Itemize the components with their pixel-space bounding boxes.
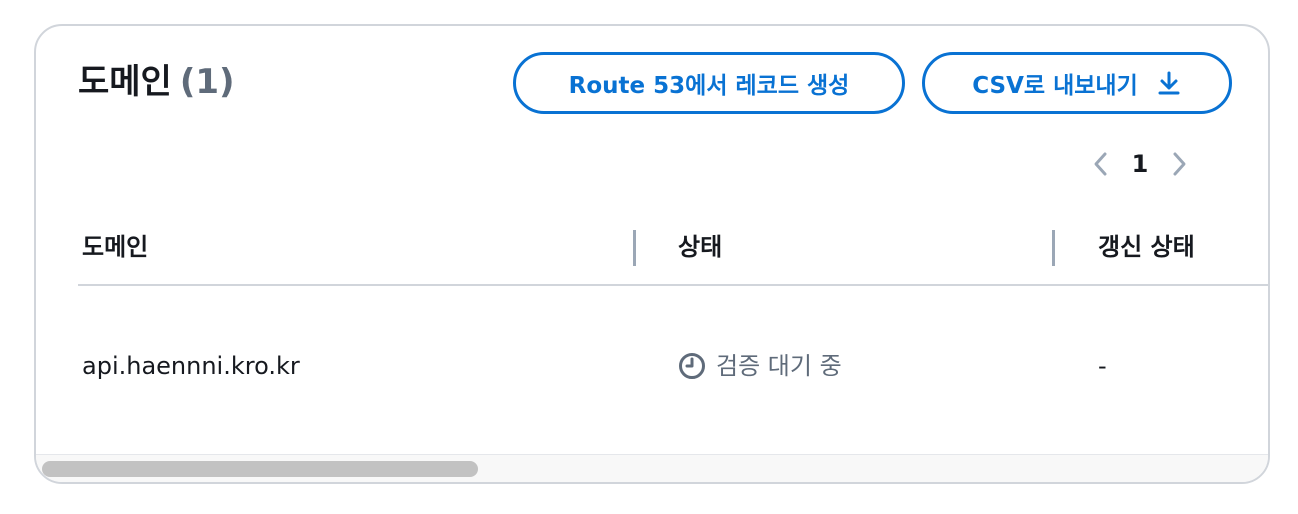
panel-title: 도메인 (1) (78, 60, 235, 104)
column-resize-handle[interactable] (1052, 230, 1055, 266)
chevron-right-icon[interactable] (1162, 144, 1198, 184)
cell-status: 검증 대기 중 (678, 344, 842, 388)
pagination: 1 (1082, 144, 1198, 184)
panel-title-count: (1) (179, 62, 235, 102)
column-header-renewal-status[interactable]: 갱신 상태 (1098, 222, 1195, 272)
page-number-current[interactable]: 1 (1120, 150, 1160, 178)
export-csv-label: CSV로 내보내기 (972, 73, 1138, 99)
create-route53-records-button[interactable]: Route 53에서 레코드 생성 (513, 52, 905, 114)
column-header-domain[interactable]: 도메인 (82, 222, 148, 272)
create-route53-records-label: Route 53에서 레코드 생성 (568, 73, 850, 99)
header-divider (78, 284, 1268, 286)
status-text: 검증 대기 중 (716, 352, 842, 380)
export-csv-button[interactable]: CSV로 내보내기 (922, 52, 1232, 114)
cell-domain: api.haennni.kro.kr (82, 352, 300, 380)
horizontal-scrollbar-thumb[interactable] (42, 461, 478, 477)
panel-title-text: 도메인 (78, 62, 172, 102)
download-icon (1156, 70, 1182, 96)
column-header-status[interactable]: 상태 (678, 222, 722, 272)
cell-renewal-status: - (1098, 352, 1107, 380)
chevron-left-icon[interactable] (1082, 144, 1118, 184)
column-resize-handle[interactable] (633, 230, 636, 266)
clock-icon (678, 352, 706, 380)
domains-panel: 도메인 (1) Route 53에서 레코드 생성 CSV로 내보내기 1 도메인 (34, 24, 1270, 484)
